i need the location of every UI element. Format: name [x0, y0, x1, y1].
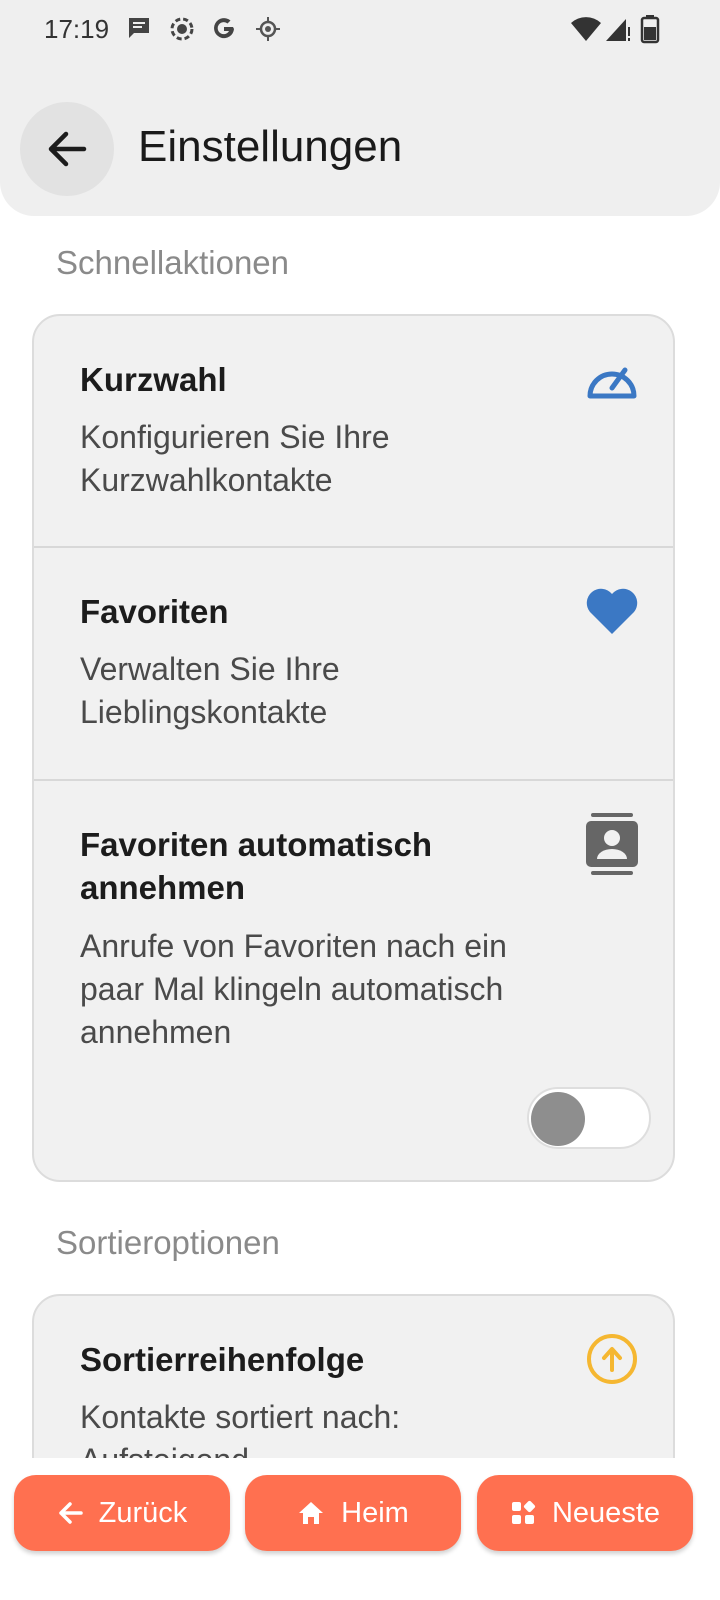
location-icon: [256, 17, 280, 41]
section-title-sort-options: Sortieroptionen: [56, 1224, 280, 1261]
setting-title: Kurzwahl: [80, 361, 227, 398]
nav-back-label: Zurück: [98, 1496, 188, 1529]
nav-recent-label: Neueste: [551, 1496, 660, 1529]
nav-recent-button[interactable]: Neueste: [477, 1475, 693, 1551]
setting-subtitle: Verwalten Sie Ihre Lieblingskontakte: [80, 651, 340, 730]
message-notification-icon: [129, 18, 149, 38]
screen-record-icon: [170, 17, 194, 41]
arrow-left-icon: [58, 1502, 83, 1524]
status-bar: 17:19: [0, 0, 720, 60]
status-time: 17:19: [44, 14, 110, 44]
home-icon: [299, 1502, 324, 1524]
speedometer-icon: [587, 367, 637, 399]
contact-card-icon: [586, 813, 638, 875]
app-bar: 17:19 Einstellungen: [0, 0, 720, 216]
section-title-quick-actions: Schnellaktionen: [56, 244, 289, 281]
setting-auto-answer-favorites: Favoriten automatisch annehmen Anrufe vo…: [34, 781, 673, 1180]
arrow-left-icon: [48, 131, 87, 167]
quick-actions-card: Kurzwahl Konfigurieren Sie Ihre Kurzwahl…: [32, 314, 675, 1182]
setting-subtitle: Konfigurieren Sie Ihre Kurzwahlkontakte: [80, 419, 390, 498]
nav-home-label: Heim: [341, 1496, 409, 1529]
grid-icon: [511, 1500, 536, 1524]
back-button[interactable]: [20, 102, 114, 196]
heart-icon: [586, 588, 638, 634]
signal-icon: [606, 19, 630, 41]
setting-speed-dial[interactable]: Kurzwahl Konfigurieren Sie Ihre Kurzwahl…: [34, 316, 673, 548]
setting-title: Favoriten automatisch annehmen: [80, 826, 433, 906]
page-title: Einstellungen: [138, 122, 403, 171]
setting-subtitle: Anrufe von Favoriten nach ein paar Mal k…: [80, 928, 507, 1050]
battery-icon: [640, 15, 660, 44]
nav-home-button[interactable]: Heim: [245, 1475, 461, 1551]
google-icon: [214, 18, 234, 39]
arrow-up-circle-icon: [587, 1334, 637, 1384]
auto-answer-toggle[interactable]: [527, 1087, 651, 1149]
setting-title: Sortierreihenfolge: [80, 1341, 365, 1378]
setting-favorites[interactable]: Favoriten Verwalten Sie Ihre Lieblingsko…: [34, 548, 673, 781]
setting-title: Favoriten: [80, 593, 229, 630]
wifi-icon: [571, 17, 601, 41]
nav-back-button[interactable]: Zurück: [14, 1475, 230, 1551]
toggle-knob: [531, 1092, 585, 1146]
